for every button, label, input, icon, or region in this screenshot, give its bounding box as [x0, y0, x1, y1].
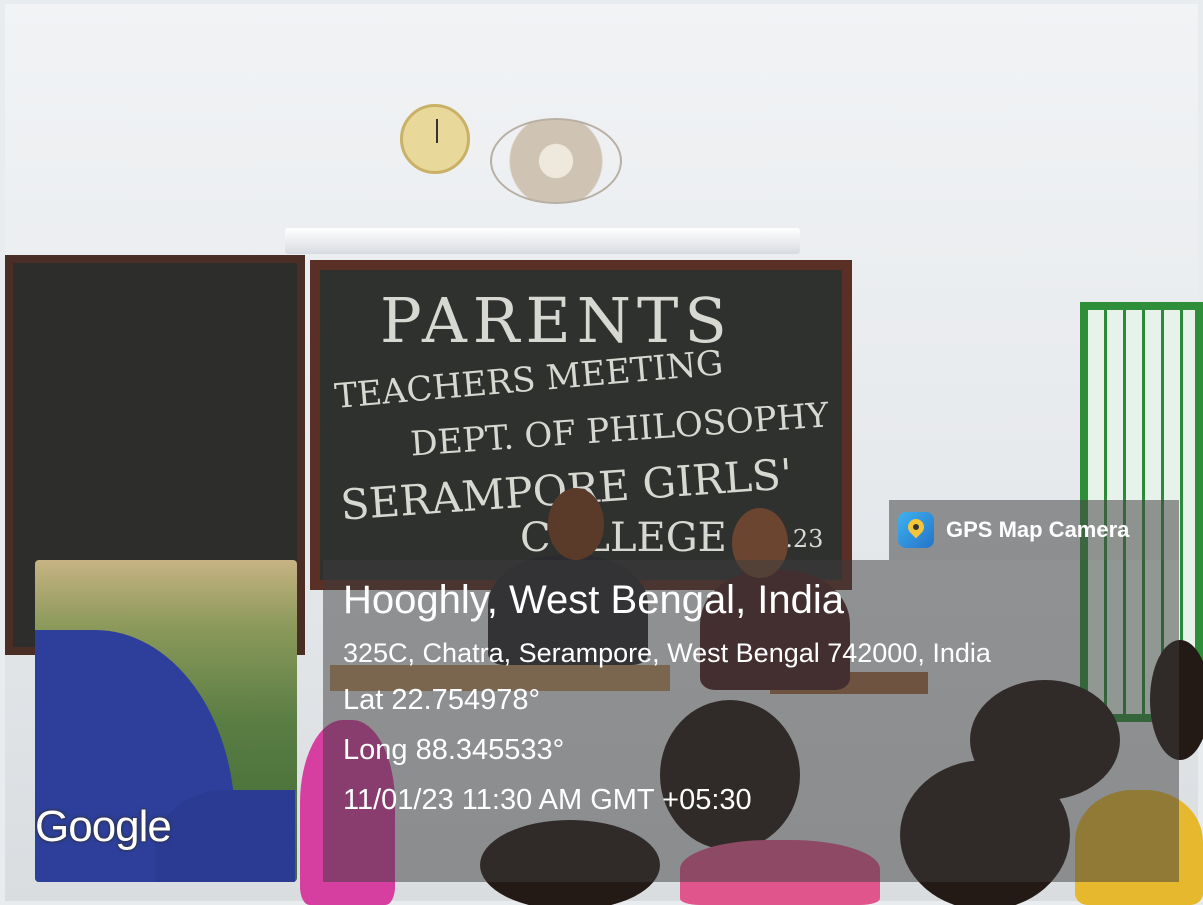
latitude-text: Lat 22.754978° [343, 684, 541, 716]
app-name: GPS Map Camera [946, 517, 1130, 542]
wall-fan [490, 118, 622, 204]
location-map-thumbnail: Google [35, 560, 297, 882]
man-head [548, 488, 604, 560]
app-watermark-badge: GPS Map Camera [889, 500, 1179, 560]
map-pin-camera-icon [898, 512, 934, 548]
location-title: Hooghly, West Bengal, India [343, 578, 845, 622]
google-logo: Google [35, 802, 172, 851]
timestamp-text: 11/01/23 11:30 AM GMT +05:30 [343, 784, 752, 816]
longitude-text: Long 88.345533° [343, 734, 565, 766]
tube-light [285, 228, 800, 254]
wall-clock [400, 104, 470, 174]
location-info-panel: Hooghly, West Bengal, India 325C, Chatra… [323, 560, 1179, 882]
location-address: 325C, Chatra, Serampore, West Bengal 742… [343, 638, 991, 668]
